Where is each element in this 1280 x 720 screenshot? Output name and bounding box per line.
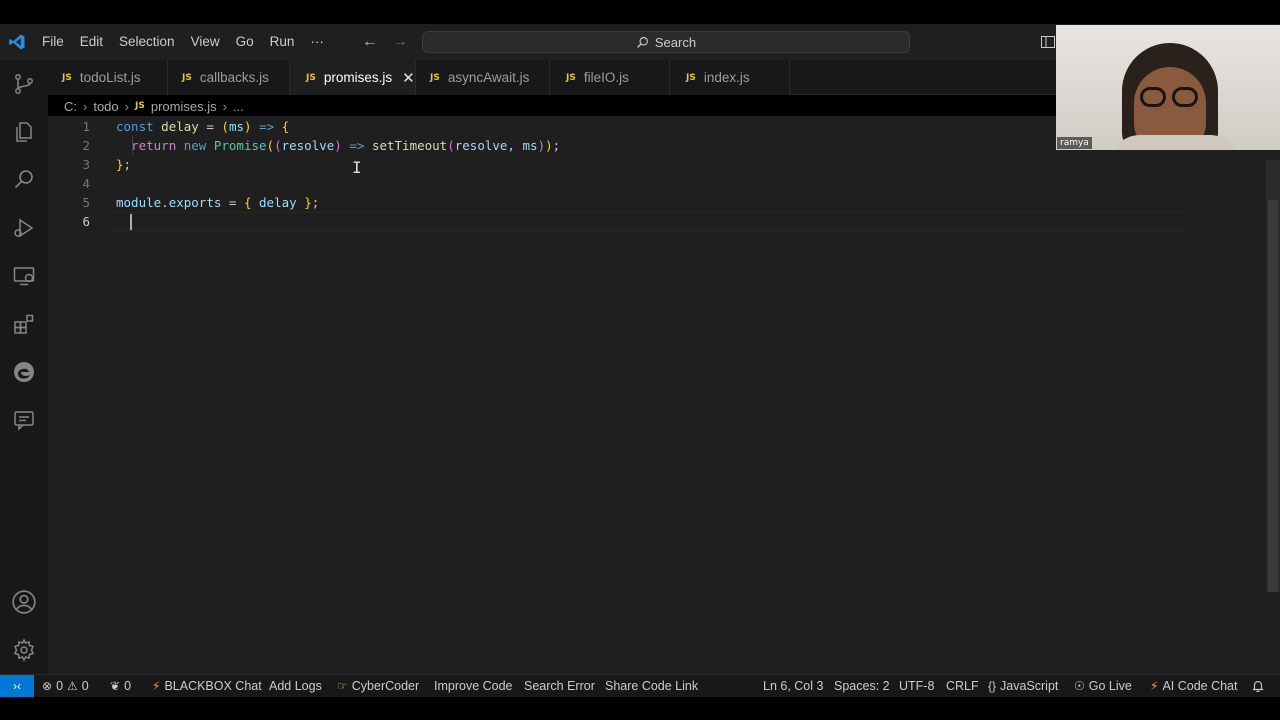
menu-selection[interactable]: Selection <box>111 24 183 60</box>
lightning-icon: ⚡ <box>152 679 161 693</box>
layout-toggle-icon[interactable] <box>1040 34 1056 55</box>
radio-tower-icon: ❦ <box>110 679 121 693</box>
cursor-position[interactable]: Ln 6, Col 3 <box>763 675 823 697</box>
tab-callbacks[interactable]: JS callbacks.js <box>168 60 290 95</box>
code-line: module.exports = { delay }; <box>116 195 320 210</box>
menu-more[interactable]: ··· <box>302 24 332 60</box>
line-number: 3 <box>82 157 90 172</box>
text-cursor <box>130 214 132 230</box>
search-sidebar-icon[interactable] <box>10 166 38 194</box>
eol-setting[interactable]: CRLF <box>946 675 979 697</box>
menu-file[interactable]: File <box>34 24 72 60</box>
broadcast-icon: ☉ <box>1074 679 1085 693</box>
line-number: 4 <box>82 176 90 191</box>
blackbox-chat-button[interactable]: ⚡ BLACKBOX Chat <box>152 675 262 697</box>
vscode-logo-icon <box>0 24 34 60</box>
line-number: 2 <box>82 138 90 153</box>
breadcrumb-folder[interactable]: todo <box>93 99 118 114</box>
javascript-file-icon: JS <box>306 72 316 83</box>
extensions-icon[interactable] <box>10 310 38 338</box>
menu-bar: File Edit Selection View Go Run ··· <box>34 24 332 60</box>
javascript-file-icon: JS <box>135 101 145 111</box>
search-icon <box>637 36 648 48</box>
tab-todolist[interactable]: JS todoList.js <box>48 60 168 95</box>
javascript-file-icon: JS <box>686 72 696 83</box>
warning-icon: ⚠ <box>67 679 78 693</box>
source-control-icon[interactable] <box>10 70 38 98</box>
javascript-file-icon: JS <box>430 72 440 83</box>
explorer-icon[interactable] <box>10 118 38 146</box>
tab-label: index.js <box>703 70 750 85</box>
tab-label: promises.js <box>323 70 393 85</box>
error-icon: ⊗ <box>42 679 53 693</box>
tab-label: todoList.js <box>79 70 141 85</box>
share-code-link-button[interactable]: Share Code Link <box>605 675 698 697</box>
ai-code-chat-button[interactable]: ⚡ AI Code Chat <box>1150 675 1237 697</box>
tab-index[interactable]: JS index.js <box>670 60 790 95</box>
tab-fileio[interactable]: JS fileIO.js <box>550 60 670 95</box>
line-number: 5 <box>82 195 90 210</box>
menu-run[interactable]: Run <box>262 24 303 60</box>
forward-arrow-icon[interactable]: → <box>392 24 408 60</box>
chevron-right-icon: › <box>222 98 227 114</box>
line-number: 6 <box>82 214 90 229</box>
thumbs-up-icon: ☞ <box>337 679 348 693</box>
tab-label: asyncAwait.js <box>447 70 530 85</box>
command-center-search[interactable]: Search <box>422 31 910 53</box>
video-letterbox-bottom <box>0 697 1280 720</box>
tab-label: fileIO.js <box>583 70 629 85</box>
indentation-setting[interactable]: Spaces: 2 <box>834 675 890 697</box>
remote-indicator-icon[interactable]: ›‹ <box>0 675 34 697</box>
javascript-file-icon: JS <box>182 72 192 83</box>
accounts-icon[interactable] <box>10 588 38 616</box>
breadcrumb-file[interactable]: promises.js <box>151 99 217 114</box>
chevron-right-icon: › <box>83 98 88 114</box>
menu-view[interactable]: View <box>183 24 228 60</box>
notifications-bell-icon[interactable] <box>1251 675 1265 697</box>
menu-go[interactable]: Go <box>228 24 262 60</box>
search-label: Search <box>654 34 697 50</box>
code-line: }; <box>116 157 132 172</box>
code-line: const delay = (ms) => { <box>116 119 290 134</box>
cybercoder-button[interactable]: ☞ CyberCoder <box>337 675 419 697</box>
video-letterbox-top <box>0 0 1280 24</box>
current-line-highlight <box>108 212 1184 231</box>
javascript-file-icon: JS <box>566 72 576 83</box>
braces-icon: {} <box>988 679 997 693</box>
mouse-ibeam-cursor-icon: I <box>352 158 362 177</box>
edge-browser-icon[interactable] <box>10 358 38 386</box>
status-bar: ›‹ ⊗ 0 ⚠ 0 ❦ 0 ⚡ BLACKBOX Chat Add Logs … <box>0 674 1280 697</box>
tab-asyncawait[interactable]: JS asyncAwait.js <box>416 60 550 95</box>
improve-code-button[interactable]: Improve Code <box>434 675 513 697</box>
encoding-setting[interactable]: UTF-8 <box>899 675 934 697</box>
line-number: 1 <box>82 119 90 134</box>
activity-bar <box>0 60 48 674</box>
chat-panel-icon[interactable] <box>10 406 38 434</box>
ports-indicator[interactable]: ❦ 0 <box>110 675 131 697</box>
language-mode[interactable]: {} JavaScript <box>988 675 1058 697</box>
scrollbar-thumb[interactable] <box>1268 200 1278 592</box>
settings-gear-icon[interactable] <box>10 636 38 664</box>
breadcrumb-more[interactable]: ... <box>233 99 244 114</box>
remote-explorer-icon[interactable] <box>10 262 38 290</box>
chevron-right-icon: › <box>124 98 129 114</box>
lightning-icon: ⚡ <box>1150 679 1159 693</box>
back-arrow-icon[interactable]: ← <box>362 24 378 60</box>
add-logs-button[interactable]: Add Logs <box>269 675 322 697</box>
breadcrumb: C: › todo › JS promises.js › ... <box>64 96 244 116</box>
close-icon[interactable]: ✕ <box>402 69 415 87</box>
javascript-file-icon: JS <box>62 72 72 83</box>
presenter-name-label: ramya <box>1057 137 1092 149</box>
breadcrumb-drive[interactable]: C: <box>64 99 77 114</box>
webcam-overlay: ramya <box>1056 25 1280 150</box>
search-error-button[interactable]: Search Error <box>524 675 595 697</box>
tab-label: callbacks.js <box>199 70 269 85</box>
menu-edit[interactable]: Edit <box>72 24 111 60</box>
run-debug-icon[interactable] <box>10 214 38 242</box>
go-live-button[interactable]: ☉ Go Live <box>1074 675 1132 697</box>
problems-indicator[interactable]: ⊗ 0 ⚠ 0 <box>42 675 89 697</box>
tab-promises[interactable]: JS promises.js ✕ <box>290 60 416 95</box>
code-line: return new Promise((resolve) => setTimeo… <box>131 138 561 153</box>
code-editor[interactable]: 1 2 3 4 5 6 const delay = (ms) => { retu… <box>48 116 1280 674</box>
